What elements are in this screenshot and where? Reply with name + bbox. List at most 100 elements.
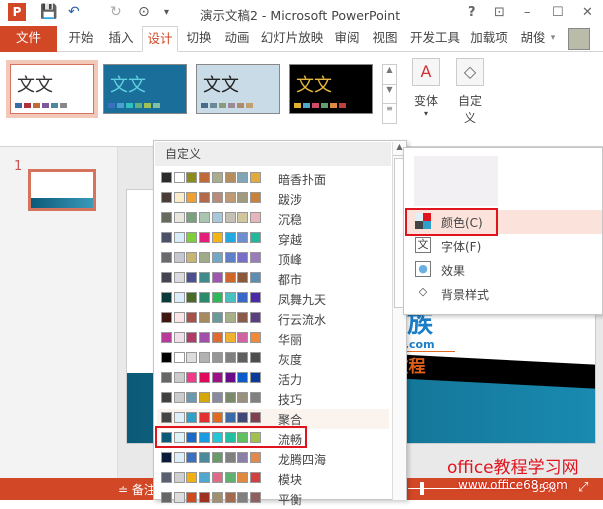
color-swatch [249,352,261,363]
color-swatch [186,272,198,283]
color-scheme-label: 华丽 [278,333,303,347]
color-swatch [173,412,185,423]
save-icon[interactable]: 💾 [40,4,57,20]
zoom-slider-thumb[interactable] [420,482,424,495]
slide-thumbnail-pane: 1 [0,147,118,478]
color-scheme-9[interactable]: 华丽 [157,329,389,349]
customize-icon: ◇ [456,58,484,86]
color-swatch [173,472,185,483]
color-scheme-17[interactable]: 平衡 [157,489,389,509]
tab-transitions[interactable]: 切换 [182,26,216,52]
color-swatch [199,412,211,423]
variant-preview[interactable] [414,156,498,206]
color-swatch [186,312,198,323]
color-scheme-1[interactable]: 暗香扑面 [157,169,389,189]
color-swatch [173,192,185,203]
color-scheme-16[interactable]: 模块 [157,469,389,489]
menu-item-label: 字体(F) [441,240,482,254]
theme-thumbnail[interactable]: 文文 [103,64,187,114]
color-swatch [224,412,236,423]
effects-icon: ● [415,261,431,277]
tab-design[interactable]: 设计 [142,26,178,52]
redo-icon[interactable]: ↻ [110,4,122,20]
theme-color-chip [246,103,253,108]
color-scheme-7[interactable]: 凤舞九天 [157,289,389,309]
theme-thumbnail[interactable]: 文文 [196,64,280,114]
user-name[interactable]: 胡俊 [520,26,546,52]
tab-home[interactable]: 开始 [62,26,100,52]
color-swatch [211,192,223,203]
color-swatch [249,332,261,343]
tab-review[interactable]: 审阅 [330,26,364,52]
color-scheme-label: 模块 [278,473,303,487]
user-caret-icon[interactable]: ▾ [548,26,558,52]
variants-label: 变体 [413,94,438,108]
theme-color-chip [294,103,301,108]
present-icon[interactable]: ⊙ [138,4,150,20]
color-swatch [161,352,172,363]
theme-colors-dropdown: 自定义 ▲ 暗香扑面 跋涉 沉稳 穿越 顶峰 都市 凤舞九天 行云流水 华丽 灰度 活力 技巧 聚合 流畅… [153,140,407,507]
color-scheme-4[interactable]: 穿越 [157,229,389,249]
color-swatch [199,452,211,463]
slide-thumbnail-1[interactable] [28,169,96,211]
theme-sample-text: 文文 [296,75,332,96]
color-swatch [161,392,172,403]
ribbon-display-icon[interactable]: ⊡ [494,5,505,20]
close-button[interactable]: ✕ [582,5,593,20]
undo-icon[interactable]: ↶ [68,4,80,20]
color-swatch [211,492,223,503]
notes-button[interactable]: ≐ 备注 [118,481,156,498]
menu-item-fonts[interactable]: 文 字体(F) [405,234,602,258]
color-swatch [224,212,236,223]
theme-sample-text: 文文 [110,75,146,96]
color-swatch [211,332,223,343]
color-scheme-label: 行云流水 [278,313,327,327]
maximize-button[interactable]: ☐ [552,5,564,20]
color-swatch [237,372,249,383]
color-swatch [224,232,236,243]
menu-item-background-styles[interactable]: ◇ 背景样式 [405,282,602,306]
color-scheme-6[interactable]: 都市 [157,269,389,289]
color-scheme-15[interactable]: 龙腾四海 [157,449,389,469]
menu-item-label: 背景样式 [441,288,490,302]
tab-view[interactable]: 视图 [368,26,402,52]
theme-thumbnail[interactable]: 文文 [6,60,98,118]
avatar[interactable] [568,28,590,50]
color-scheme-8[interactable]: 行云流水 [157,309,389,329]
theme-gallery-scrollbar[interactable]: ▲ ▼ ≡ [382,64,397,124]
color-scheme-2[interactable]: 跋涉 [157,189,389,209]
color-scheme-11[interactable]: 活力 [157,369,389,389]
minimize-button[interactable]: – [524,5,531,20]
color-scheme-10[interactable]: 灰度 [157,349,389,369]
variants-button[interactable]: A 变体 ▾ [408,58,444,118]
tab-file[interactable]: 文件 [0,26,57,52]
background-styles-icon: ◇ [418,285,428,298]
theme-color-chip [153,103,160,108]
color-swatch [199,472,211,483]
color-scheme-3[interactable]: 沉稳 [157,209,389,229]
tab-addins[interactable]: 加载项 [466,26,512,52]
theme-thumbnail[interactable]: 文文 [289,64,373,114]
color-swatch [161,452,172,463]
color-swatch [199,372,211,383]
powerpoint-app-icon[interactable]: P [8,3,26,21]
color-swatch [186,352,198,363]
tab-animations[interactable]: 动画 [220,26,254,52]
tab-developer[interactable]: 开发工具 [406,26,464,52]
color-swatch [211,292,223,303]
color-scheme-12[interactable]: 技巧 [157,389,389,409]
color-swatch [173,352,185,363]
color-swatch [249,412,261,423]
color-scheme-5[interactable]: 顶峰 [157,249,389,269]
help-icon[interactable]: ? [468,5,476,20]
customize-button[interactable]: ◇ 自定义 [452,58,488,126]
tab-insert[interactable]: 插入 [102,26,140,52]
fit-slide-icon[interactable]: ⤢ [578,480,588,495]
watermark-site-url: www.office68.com [458,478,568,492]
color-scheme-label: 顶峰 [278,253,303,267]
customize-qat-icon[interactable]: ▾ [164,7,169,18]
menu-item-effects[interactable]: ● 效果 [405,258,602,282]
tab-slideshow[interactable]: 幻灯片放映 [258,26,326,52]
color-swatch [249,292,261,303]
theme-color-chip [42,103,49,108]
